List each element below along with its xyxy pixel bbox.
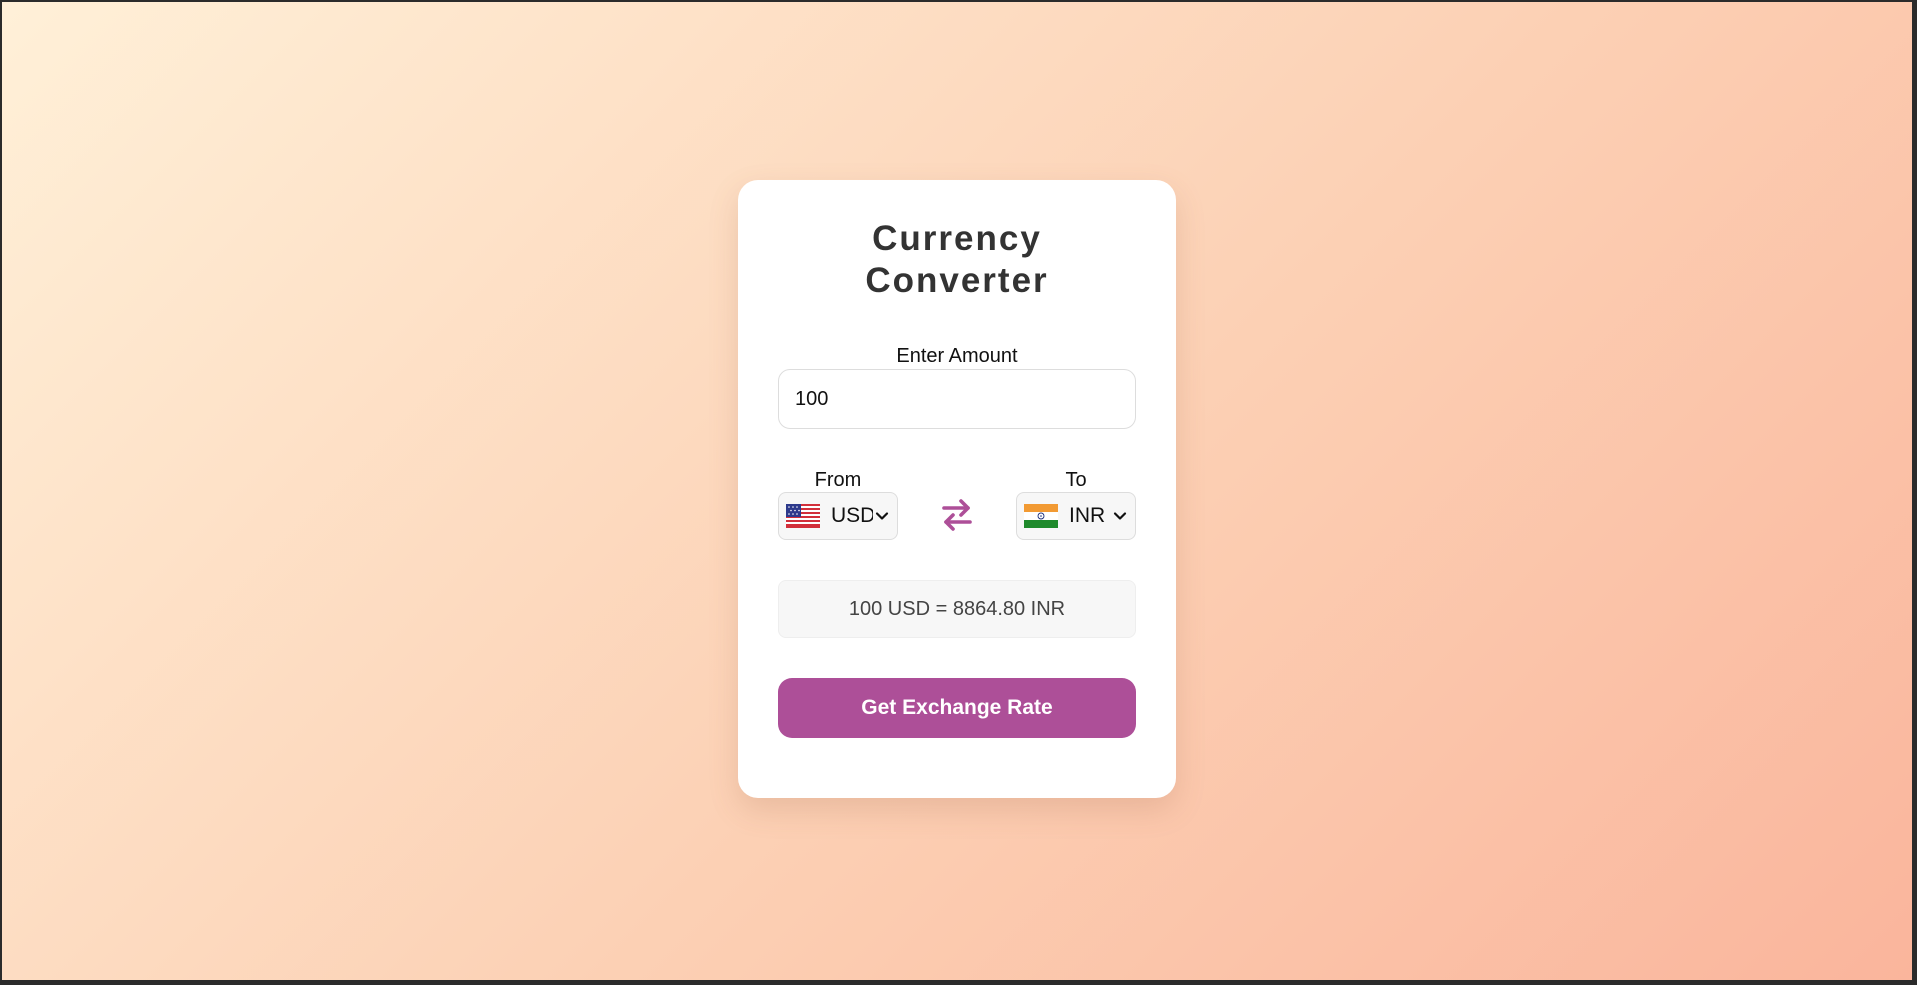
title-line-1: Currency [872,219,1042,258]
window-edge [1912,0,1917,985]
to-label: To [1065,469,1087,491]
page-title: Currency Converter [738,218,1176,302]
india-flag-icon [1024,504,1058,528]
from-currency-select[interactable]: USD [778,492,898,540]
exchange-result: 100 USD = 8864.80 INR [778,580,1136,638]
amount-input[interactable] [778,369,1136,429]
chevron-down-icon [875,512,889,520]
to-currency-code: INR [1069,504,1106,527]
from-label: From [814,469,862,491]
from-currency-code: USD [831,504,873,527]
get-exchange-rate-button[interactable]: Get Exchange Rate [778,678,1136,738]
page-background: CurrencyConverter Enter Amount From [2,2,1912,980]
title-line-2: Converter [865,261,1049,300]
amount-label: Enter Amount [896,345,1018,367]
swap-icon[interactable] [938,496,976,534]
us-flag-icon [786,504,820,528]
converter-card: CurrencyConverter Enter Amount From [738,180,1176,798]
exchange-result-text: 100 USD = 8864.80 INR [848,597,1066,620]
to-currency-select[interactable]: INR [1016,492,1136,540]
chevron-down-icon [1113,512,1127,520]
